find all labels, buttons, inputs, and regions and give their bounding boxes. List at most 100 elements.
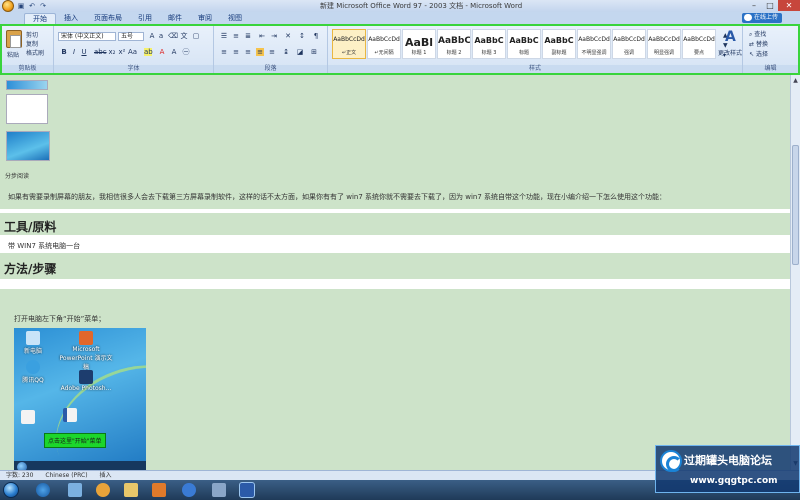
computer-icon (26, 331, 40, 345)
qq-browser-icon[interactable] (182, 483, 196, 497)
win7-desktop-screenshot: 新电脑 Microsoft PowerPoint 演示文稿 腾讯QQ Adobe… (14, 328, 146, 470)
select-button[interactable]: ↖ 选择 (749, 49, 768, 58)
borders-icon[interactable]: ⊞ (310, 48, 318, 56)
style-item[interactable]: AaBbC 标题 3 (472, 29, 506, 59)
change-styles-icon[interactable]: A (725, 30, 739, 44)
phonetic-icon[interactable]: 文 (180, 32, 188, 40)
replace-button[interactable]: ⇄ 替换 (749, 39, 768, 48)
maximize-button[interactable]: □ (762, 0, 778, 11)
style-item[interactable]: AaBbCcDd 明显强调 (647, 29, 681, 59)
char-border-icon[interactable]: ▢ (192, 32, 200, 40)
forum-logo-icon (660, 450, 682, 472)
subscript-icon[interactable]: x₂ (108, 48, 116, 56)
media-player-icon[interactable] (96, 483, 110, 497)
tab-page-layout[interactable]: 页面布局 (86, 13, 130, 24)
insert-mode-indicator[interactable]: 插入 (99, 472, 111, 479)
decrease-indent-icon[interactable]: ⇤ (258, 32, 266, 40)
cut-button[interactable]: 剪切 (26, 30, 38, 39)
strikethrough-icon[interactable]: abc (94, 48, 107, 56)
change-case-icon[interactable]: Aa (128, 48, 137, 56)
tab-insert[interactable]: 插入 (56, 13, 86, 24)
enclose-char-icon[interactable]: ㊀ (182, 48, 190, 56)
style-item[interactable]: AaBbCcDd 强调 (612, 29, 646, 59)
minimize-button[interactable]: – (746, 0, 762, 11)
increase-indent-icon[interactable]: ⇥ (270, 32, 278, 40)
file-icon (21, 410, 35, 424)
tab-mailings[interactable]: 邮件 (160, 13, 190, 24)
save-icon[interactable]: ▣ (17, 2, 25, 10)
style-item[interactable]: AaBbCcDd ↵正文 (332, 29, 366, 59)
multilevel-list-icon[interactable]: ≣ (244, 32, 252, 40)
distributed-icon[interactable]: ≡ (268, 48, 276, 56)
font-color-icon[interactable]: A (158, 48, 166, 56)
scroll-up-icon[interactable]: ▲ (792, 77, 799, 85)
video-player-icon[interactable] (152, 483, 166, 497)
language-indicator[interactable]: Chinese (PRC) (45, 472, 87, 479)
show-marks-icon[interactable]: ¶ (312, 32, 320, 40)
align-right-icon[interactable]: ≡ (244, 48, 252, 56)
tab-references[interactable]: 引用 (130, 13, 160, 24)
shading-icon[interactable]: ◪ (296, 48, 304, 56)
style-item[interactable]: AaBbCcDd 要点 (682, 29, 716, 59)
line-spacing-icon[interactable]: ↨ (282, 48, 290, 56)
superscript-icon[interactable]: x² (118, 48, 126, 56)
tab-view[interactable]: 视图 (220, 13, 250, 24)
style-item[interactable]: AaBbCcDd ↵无间隔 (367, 29, 401, 59)
font-name-select[interactable]: 宋体 (中文正文) (58, 32, 116, 41)
align-center-icon[interactable]: ≡ (232, 48, 240, 56)
bold-icon[interactable]: B (60, 48, 68, 56)
clipboard-group: 粘贴 剪切 复制 格式刷 剪贴板 (2, 26, 54, 73)
folder-icon[interactable] (124, 483, 138, 497)
justify-icon[interactable]: ≡ (256, 48, 264, 56)
desktop-icon-file (18, 410, 38, 425)
change-styles-button[interactable]: 更改样式 (718, 48, 742, 57)
close-button[interactable]: ✕ (778, 0, 800, 11)
sort-icon[interactable]: ↕ (298, 32, 306, 40)
vertical-scrollbar[interactable]: ▲ ▼ (790, 75, 800, 470)
ribbon: 粘贴 剪切 复制 格式刷 剪贴板 宋体 (中文正文) 五号 A a ⌫ 文 ▢ … (0, 24, 800, 75)
font-size-select[interactable]: 五号 (118, 32, 144, 41)
paste-icon[interactable] (6, 30, 22, 48)
style-item[interactable]: AaBl 标题 1 (402, 29, 436, 59)
style-item[interactable]: AaBbC 副标题 (542, 29, 576, 59)
undo-icon[interactable]: ↶ (28, 2, 36, 10)
find-button[interactable]: ⌕ 查找 (749, 29, 766, 39)
document-area[interactable]: 分步阅读 如果有需要录制屏幕的朋友，我相信很多人会去下载第三方屏幕录制软件，这样… (0, 75, 790, 470)
style-item[interactable]: AaBbC 标题 (507, 29, 541, 59)
style-item[interactable]: AaBbCcDd 不明显强调 (577, 29, 611, 59)
underline-icon[interactable]: U (80, 48, 88, 56)
align-left-icon[interactable]: ≡ (220, 48, 228, 56)
paste-button[interactable]: 粘贴 (7, 50, 19, 59)
numbering-icon[interactable]: ≡ (232, 32, 240, 40)
desktop-icon-computer-label: 新电脑 (23, 348, 42, 355)
start-button[interactable] (3, 482, 19, 498)
scroll-thumb[interactable] (792, 145, 799, 265)
bullets-icon[interactable]: ☰ (220, 32, 228, 40)
chinese-layout-icon[interactable]: ✕ (284, 32, 292, 40)
word-count[interactable]: 字数: 230 (6, 472, 33, 479)
intro-paragraph: 如果有需要录制屏幕的朋友，我相信很多人会去下载第三方屏幕录制软件，这样的话不太方… (8, 193, 667, 201)
copy-button[interactable]: 复制 (26, 39, 38, 48)
spacer-band-1 (0, 209, 790, 213)
powerpoint-icon (79, 331, 93, 345)
tab-home[interactable]: 开始 (24, 13, 56, 24)
style-item[interactable]: AaBbC 标题 2 (437, 29, 471, 59)
format-painter-button[interactable]: 格式刷 (26, 48, 44, 57)
char-shading-icon[interactable]: A (170, 48, 178, 56)
word-taskbar-icon[interactable] (239, 482, 255, 498)
step-read-link[interactable]: 分步阅读 (5, 171, 29, 180)
italic-icon[interactable]: I (70, 48, 78, 56)
desktop-icon-computer: 新电脑 (16, 331, 50, 355)
app-icon[interactable] (212, 483, 226, 497)
redo-icon[interactable]: ↷ (39, 2, 47, 10)
word-file-icon (63, 408, 77, 422)
online-upload-button[interactable]: 在线上传 (741, 13, 782, 23)
shrink-font-icon[interactable]: a (157, 32, 165, 40)
clear-format-icon[interactable]: ⌫ (168, 32, 178, 40)
ie-icon[interactable] (36, 483, 50, 497)
highlight-icon[interactable]: ab (144, 48, 153, 56)
explorer-icon[interactable] (68, 483, 82, 497)
office-button[interactable] (2, 0, 14, 12)
grow-font-icon[interactable]: A (148, 32, 156, 40)
tab-review[interactable]: 审阅 (190, 13, 220, 24)
